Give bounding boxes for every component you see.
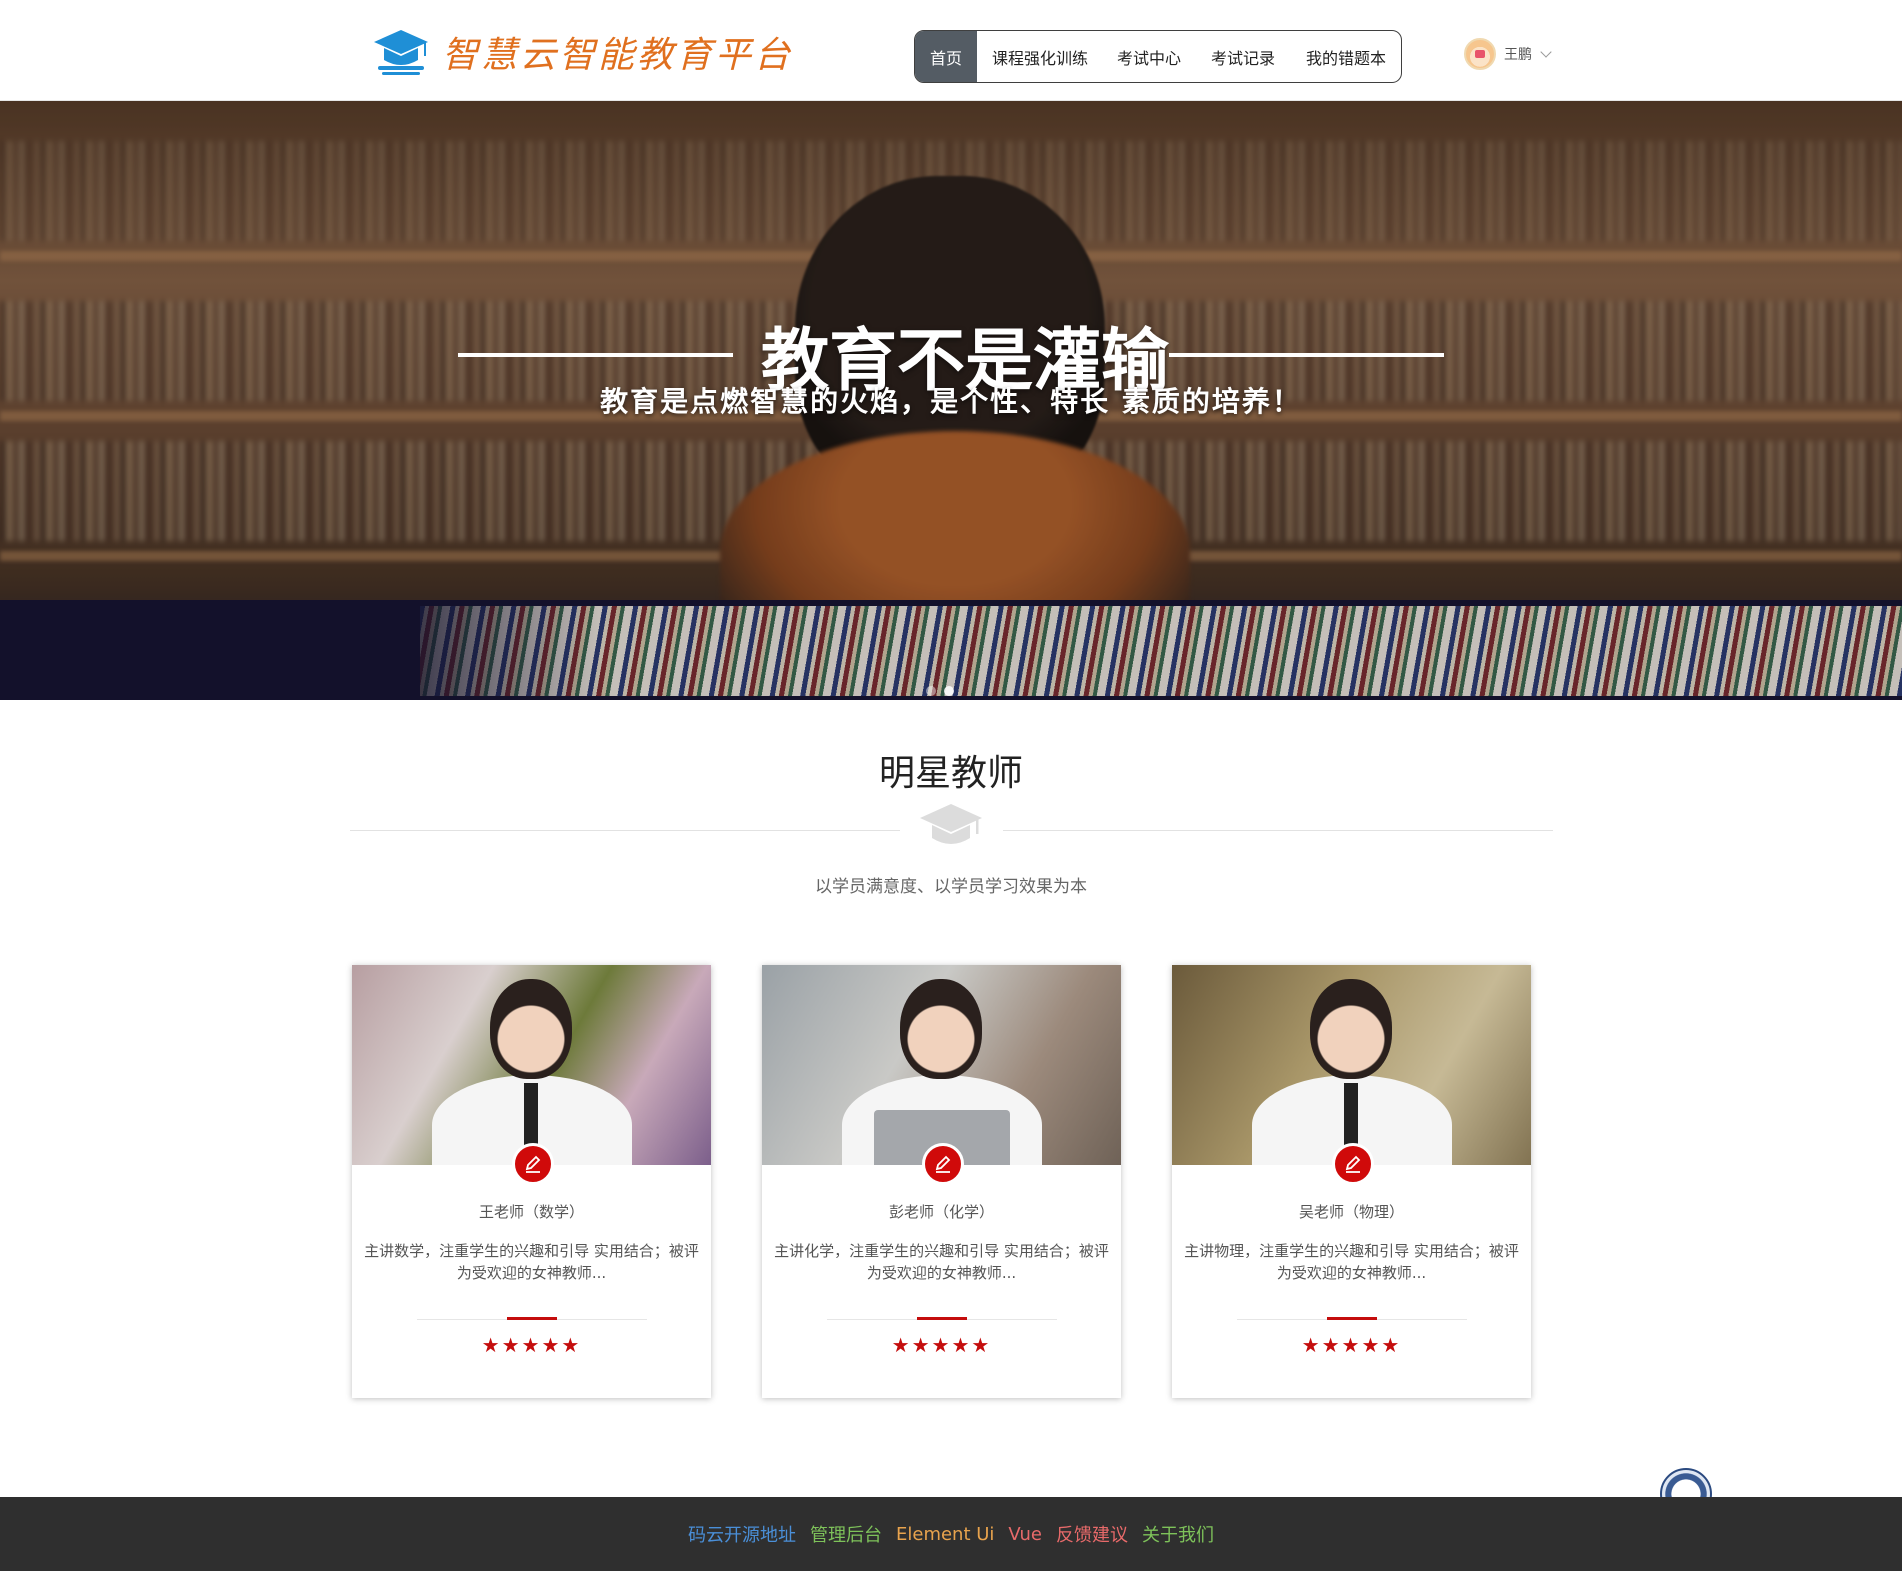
footer-link-feedback[interactable]: 反馈建议 <box>1056 1521 1128 1547</box>
graduation-cap-icon <box>374 30 428 75</box>
user-menu[interactable]: 王鹏 <box>1464 38 1552 70</box>
teacher-photo <box>1172 965 1531 1165</box>
teacher-card[interactable]: 吴老师（物理） 主讲物理，注重学生的兴趣和引导 实用结合；被评 为受欢迎的女神教… <box>1172 965 1531 1398</box>
teacher-desc: 主讲数学，注重学生的兴趣和引导 实用结合；被评 为受欢迎的女神教师... <box>352 1240 711 1284</box>
teacher-desc-line: 为受欢迎的女神教师... <box>456 1264 607 1282</box>
user-name: 王鹏 <box>1504 47 1532 63</box>
footer-link-about[interactable]: 关于我们 <box>1142 1521 1214 1547</box>
nav-exam-center[interactable]: 考试中心 <box>1103 31 1195 82</box>
star-rating: ★★★★★ <box>1301 1333 1402 1357</box>
footer-link-admin[interactable]: 管理后台 <box>810 1521 882 1547</box>
next-slide-books <box>420 606 1902 696</box>
section-subtitle: 以学员满意度、以学员学习效果为本 <box>815 877 1087 897</box>
nav-exam-records[interactable]: 考试记录 <box>1195 31 1291 82</box>
teacher-desc-line: 主讲化学，注重学生的兴趣和引导 实用结合；被评 <box>774 1242 1109 1260</box>
teacher-name: 吴老师（物理） <box>1298 1203 1404 1221</box>
nav-home[interactable]: 首页 <box>915 31 977 82</box>
avatar <box>1464 38 1496 70</box>
teacher-desc-line: 为受欢迎的女神教师... <box>1276 1264 1427 1282</box>
card-divider-accent <box>1327 1317 1377 1320</box>
teacher-desc: 主讲物理，注重学生的兴趣和引导 实用结合；被评 为受欢迎的女神教师... <box>1172 1240 1531 1284</box>
footer: 码云开源地址 管理后台 Element Ui Vue 反馈建议 关于我们 <box>0 1497 1902 1571</box>
graduation-cap-icon <box>920 804 982 844</box>
next-slide-fade <box>0 600 600 700</box>
carousel-indicators <box>926 686 954 696</box>
teacher-photo <box>762 965 1121 1165</box>
teacher-desc-line: 主讲物理，注重学生的兴趣和引导 实用结合；被评 <box>1184 1242 1519 1260</box>
teacher-name: 王老师（数学） <box>478 1203 584 1221</box>
pencil-icon <box>1332 1143 1374 1185</box>
person-head <box>1310 979 1392 1079</box>
nav-mistake-book[interactable]: 我的错题本 <box>1291 31 1401 82</box>
site-title: 智慧云智能教育平台 <box>442 35 794 76</box>
pencil-icon <box>922 1143 964 1185</box>
section-title: 明星教师 <box>878 753 1023 794</box>
site-logo[interactable]: 智慧云智能教育平台 <box>372 26 793 78</box>
teacher-card[interactable]: 彭老师（化学） 主讲化学，注重学生的兴趣和引导 实用结合；被评 为受欢迎的女神教… <box>762 965 1121 1398</box>
section-divider-right <box>1003 830 1553 831</box>
chevron-down-icon <box>1540 46 1552 58</box>
teacher-name: 彭老师（化学） <box>888 1203 994 1221</box>
teacher-desc: 主讲化学，注重学生的兴趣和引导 实用结合；被评 为受欢迎的女神教师... <box>762 1240 1121 1284</box>
teacher-desc-line: 为受欢迎的女神教师... <box>866 1264 1017 1282</box>
footer-link-gitee[interactable]: 码云开源地址 <box>688 1521 796 1547</box>
footer-link-vue[interactable]: Vue <box>1008 1524 1042 1545</box>
teacher-card[interactable]: 王老师（数学） 主讲数学，注重学生的兴趣和引导 实用结合；被评 为受欢迎的女神教… <box>352 965 711 1398</box>
teacher-desc-line: 主讲数学，注重学生的兴趣和引导 实用结合；被评 <box>364 1242 699 1260</box>
star-rating: ★★★★★ <box>891 1333 992 1357</box>
banner-subtitle: 教育是点燃智慧的火焰，是个性、特长 素质的培养！ <box>600 385 1302 418</box>
pencil-icon <box>512 1143 554 1185</box>
title-right-line <box>1169 352 1444 357</box>
section-divider-left <box>350 830 900 831</box>
footer-link-element-ui[interactable]: Element Ui <box>896 1524 994 1545</box>
carousel-dot-2[interactable] <box>944 686 954 696</box>
card-divider-accent <box>917 1317 967 1320</box>
nav-course-training[interactable]: 课程强化训练 <box>977 31 1103 82</box>
main-nav: 首页 课程强化训练 考试中心 考试记录 我的错题本 <box>914 30 1402 83</box>
carousel-dot-1[interactable] <box>926 686 936 696</box>
top-header: 智慧云智能教育平台 首页 课程强化训练 考试中心 考试记录 我的错题本 王鹏 <box>0 0 1902 101</box>
star-rating: ★★★★★ <box>481 1333 582 1357</box>
teacher-photo <box>352 965 711 1165</box>
person-head <box>490 979 572 1079</box>
person-head <box>900 979 982 1079</box>
title-left-line <box>457 352 733 357</box>
card-divider-accent <box>507 1317 557 1320</box>
